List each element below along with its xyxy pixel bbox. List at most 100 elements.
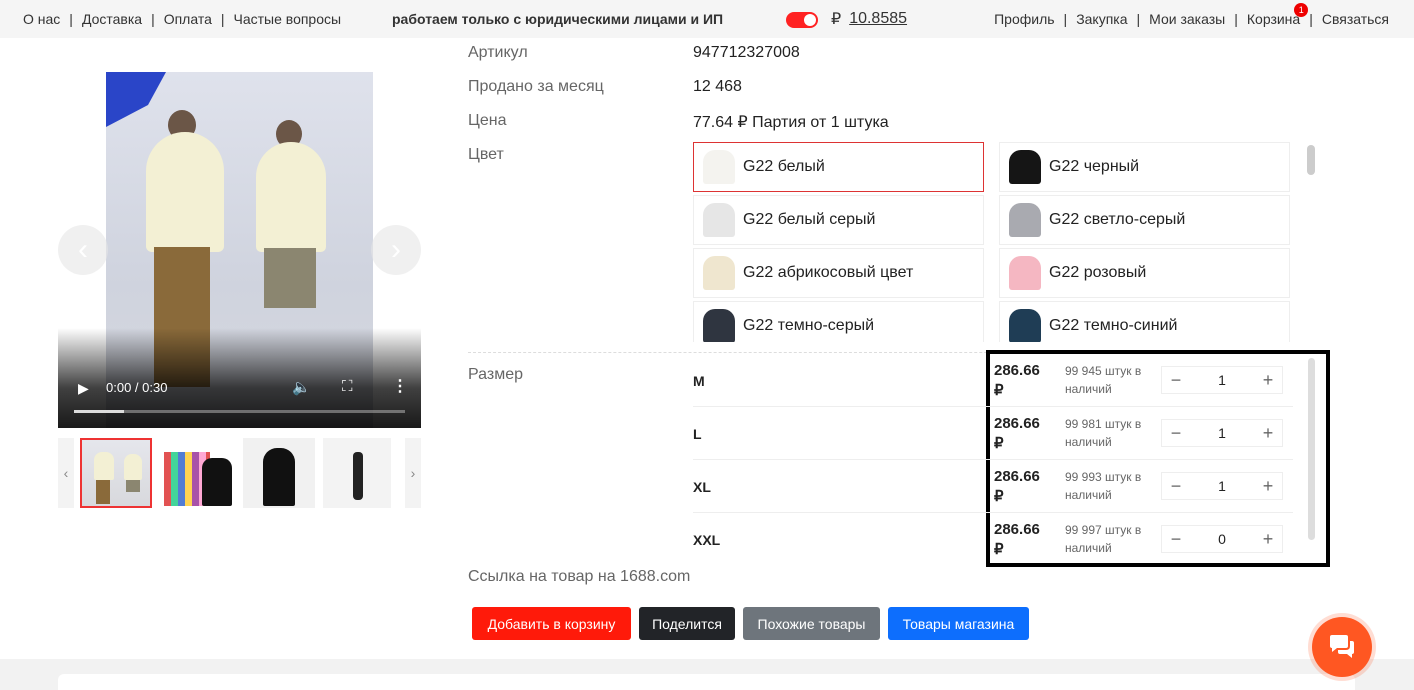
size-name: L bbox=[693, 426, 702, 442]
nav-profile[interactable]: Профиль bbox=[994, 11, 1054, 27]
hoodie-icon bbox=[703, 203, 735, 237]
rate-value[interactable]: 10.8585 bbox=[849, 10, 907, 28]
colors-scrollbar[interactable] bbox=[1307, 145, 1315, 175]
color-option[interactable]: G22 абрикосовый цвет bbox=[693, 248, 984, 298]
minus-button[interactable]: − bbox=[1162, 370, 1190, 391]
gallery-next-button[interactable]: › bbox=[371, 225, 421, 275]
sizes-scrollbar[interactable] bbox=[1308, 358, 1315, 540]
plus-button[interactable]: + bbox=[1254, 529, 1282, 550]
thumbnail-2[interactable] bbox=[162, 438, 234, 508]
next-section-card bbox=[58, 674, 1355, 690]
add-to-cart-button[interactable]: Добавить в корзину bbox=[472, 607, 631, 640]
thumbs-next-button[interactable]: › bbox=[405, 438, 421, 508]
quantity-value[interactable]: 1 bbox=[1208, 478, 1236, 494]
color-name: G22 светло-серый bbox=[1049, 211, 1186, 228]
size-price: 286.66 ₽ bbox=[994, 468, 1040, 505]
nav-my-orders[interactable]: Мои заказы bbox=[1149, 11, 1225, 27]
thumbnail-strip: ‹ › bbox=[58, 438, 421, 508]
hoodie-icon bbox=[703, 309, 735, 342]
size-price: 286.66 ₽ bbox=[994, 362, 1040, 399]
video-progress-fill bbox=[74, 410, 124, 413]
exchange-rate: ₽ 10.8585 bbox=[831, 0, 907, 38]
color-name: G22 темно-синий bbox=[1049, 317, 1178, 334]
color-option[interactable]: G22 темно-синий bbox=[999, 301, 1290, 342]
size-stock: 99 997 штук в наличий bbox=[1065, 523, 1142, 555]
volume-icon[interactable]: 🔈 bbox=[292, 378, 311, 396]
share-button[interactable]: Поделится bbox=[639, 607, 735, 640]
model-shorts bbox=[264, 248, 316, 308]
minus-button[interactable]: − bbox=[1162, 423, 1190, 444]
plus-button[interactable]: + bbox=[1254, 423, 1282, 444]
minus-button[interactable]: − bbox=[1162, 476, 1190, 497]
size-price: 286.66 ₽ bbox=[994, 415, 1040, 452]
nav-contact[interactable]: Связаться bbox=[1322, 11, 1389, 27]
quantity-stepper: − 0 + bbox=[1161, 525, 1283, 553]
quantity-value[interactable]: 1 bbox=[1208, 425, 1236, 441]
color-option[interactable]: G22 черный bbox=[999, 142, 1290, 192]
video-flag-shape bbox=[106, 72, 166, 127]
shop-products-button[interactable]: Товары магазина bbox=[888, 607, 1029, 640]
similar-products-button[interactable]: Похожие товары bbox=[743, 607, 880, 640]
color-label: Цвет bbox=[468, 146, 504, 163]
nav-cart[interactable]: Корзина bbox=[1247, 11, 1300, 27]
color-option[interactable]: G22 светло-серый bbox=[999, 195, 1290, 245]
thumbnail-4[interactable] bbox=[323, 438, 391, 508]
nav-faq[interactable]: Частые вопросы bbox=[234, 11, 342, 27]
size-name: XL bbox=[693, 479, 711, 495]
hoodie-icon bbox=[1009, 150, 1041, 184]
color-name: G22 белый bbox=[743, 158, 825, 175]
row-divider bbox=[693, 512, 1293, 513]
color-option[interactable]: G22 белый серый bbox=[693, 195, 984, 245]
color-name: G22 белый серый bbox=[743, 211, 876, 228]
color-option[interactable]: G22 белый bbox=[693, 142, 984, 192]
color-options: G22 белый G22 черный G22 белый серый G22… bbox=[693, 142, 1290, 342]
top-nav-left: О нас | Доставка | Оплата | Частые вопро… bbox=[23, 11, 342, 27]
plus-button[interactable]: + bbox=[1254, 476, 1282, 497]
currency-toggle[interactable] bbox=[786, 12, 818, 28]
model-hoodie bbox=[256, 142, 326, 252]
video-controls: ▶ 0:00 / 0:30 🔈 ⛶ ⋮ bbox=[58, 328, 421, 428]
quantity-value[interactable]: 0 bbox=[1208, 531, 1236, 547]
more-options-icon[interactable]: ⋮ bbox=[392, 376, 408, 396]
sku-label: Артикул bbox=[468, 44, 528, 61]
chevron-right-icon: › bbox=[410, 465, 416, 481]
nav-payment[interactable]: Оплата bbox=[164, 11, 212, 27]
color-option[interactable]: G22 темно-серый bbox=[693, 301, 984, 342]
chat-button[interactable] bbox=[1312, 617, 1372, 677]
size-stock: 99 993 штук в наличий bbox=[1065, 470, 1142, 502]
thumbnail-3[interactable] bbox=[243, 438, 315, 508]
video-progress-bar[interactable] bbox=[74, 410, 405, 413]
size-label: Размер bbox=[468, 366, 523, 383]
price-value: 77.64 ₽ Партия от 1 штука bbox=[693, 114, 889, 131]
nav-cart-wrap[interactable]: Корзина 1 bbox=[1247, 3, 1309, 27]
hoodie-icon bbox=[703, 256, 735, 290]
color-name: G22 розовый bbox=[1049, 264, 1147, 281]
size-stock: 99 981 штук в наличий bbox=[1065, 417, 1142, 449]
sold-label: Продано за месяц bbox=[468, 78, 604, 95]
product-video[interactable]: ▶ 0:00 / 0:30 🔈 ⛶ ⋮ bbox=[58, 72, 421, 428]
nav-purchase[interactable]: Закупка bbox=[1076, 11, 1127, 27]
minus-button[interactable]: − bbox=[1162, 529, 1190, 550]
fullscreen-icon[interactable]: ⛶ bbox=[342, 378, 353, 395]
nav-delivery[interactable]: Доставка bbox=[82, 11, 142, 27]
plus-button[interactable]: + bbox=[1254, 370, 1282, 391]
product-source-link[interactable]: Ссылка на товар на 1688.com bbox=[468, 568, 690, 586]
video-time: 0:00 / 0:30 bbox=[106, 380, 168, 395]
quantity-stepper: − 1 + bbox=[1161, 472, 1283, 500]
chevron-left-icon: ‹ bbox=[63, 465, 69, 481]
play-icon[interactable]: ▶ bbox=[78, 380, 89, 397]
color-name: G22 абрикосовый цвет bbox=[743, 264, 914, 281]
sold-value: 12 468 bbox=[693, 78, 742, 95]
price-label: Цена bbox=[468, 112, 507, 129]
model-hoodie bbox=[146, 132, 224, 252]
hoodie-icon bbox=[1009, 203, 1041, 237]
nav-about[interactable]: О нас bbox=[23, 11, 60, 27]
quantity-stepper: − 1 + bbox=[1161, 419, 1283, 447]
gallery-prev-button[interactable]: ‹ bbox=[58, 225, 108, 275]
color-option[interactable]: G22 розовый bbox=[999, 248, 1290, 298]
quantity-value[interactable]: 1 bbox=[1208, 372, 1236, 388]
quantity-stepper: − 1 + bbox=[1161, 366, 1283, 394]
thumbnail-1[interactable] bbox=[80, 438, 152, 508]
thumbs-prev-button[interactable]: ‹ bbox=[58, 438, 74, 508]
size-name: XXL bbox=[693, 532, 721, 548]
